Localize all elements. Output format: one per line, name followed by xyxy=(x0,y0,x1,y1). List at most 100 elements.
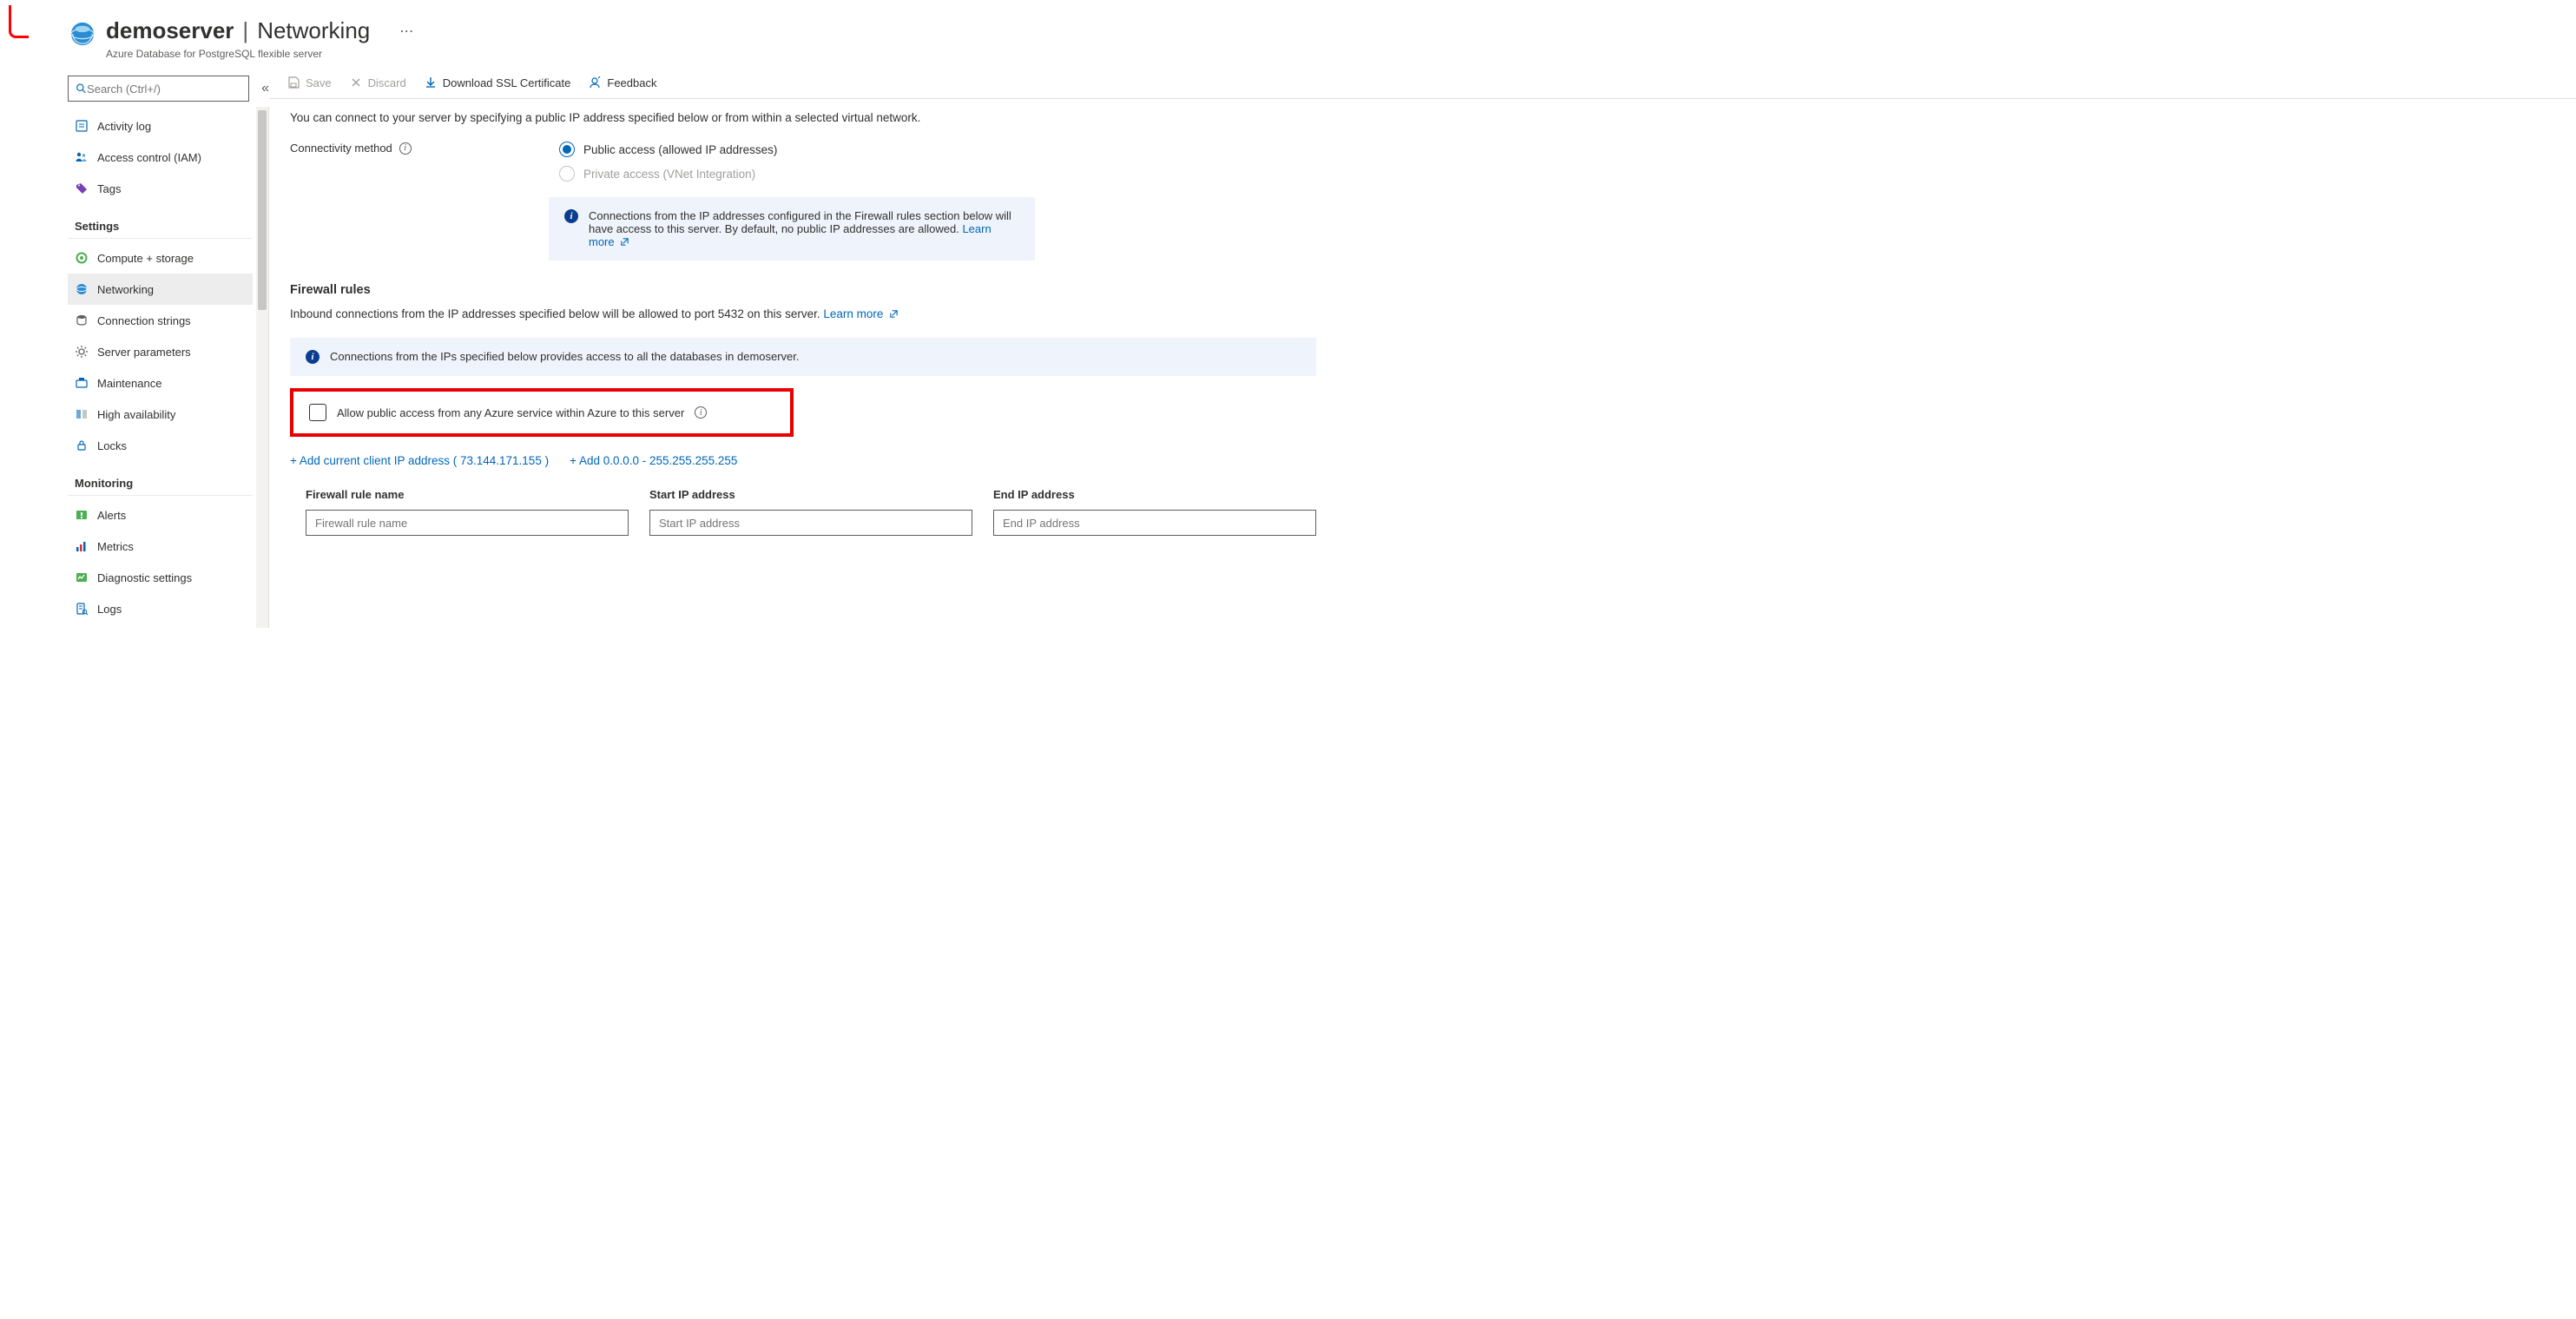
sidebar-item-networking[interactable]: Networking xyxy=(68,274,253,305)
sidebar-heading-monitoring: Monitoring xyxy=(68,465,253,496)
save-button[interactable]: Save xyxy=(287,76,332,89)
connectivity-method-radiogroup: Public access (allowed IP addresses) Pri… xyxy=(559,142,777,181)
info-icon[interactable]: i xyxy=(695,406,707,419)
add-client-ip-link[interactable]: + Add current client IP address ( 73.144… xyxy=(290,454,549,467)
metrics-icon xyxy=(75,539,89,553)
connection-icon xyxy=(75,313,89,327)
sidebar-item-label: Networking xyxy=(97,283,154,296)
save-icon xyxy=(287,76,300,89)
firewall-rules-heading: Firewall rules xyxy=(290,283,1316,297)
diagnostic-icon xyxy=(75,570,89,584)
resource-type-subtitle: Azure Database for PostgreSQL flexible s… xyxy=(106,48,413,60)
discard-button[interactable]: Discard xyxy=(349,76,406,89)
sidebar-item-diagnostic-settings[interactable]: Diagnostic settings xyxy=(68,562,253,593)
download-ssl-label: Download SSL Certificate xyxy=(443,76,571,89)
feedback-label: Feedback xyxy=(607,76,656,89)
learn-more-label: Learn more xyxy=(823,307,883,320)
firewall-table-header: Firewall rule name Start IP address End … xyxy=(290,488,1316,501)
add-full-range-link[interactable]: + Add 0.0.0.0 - 255.255.255.255 xyxy=(570,454,737,467)
allow-azure-checkbox[interactable] xyxy=(309,404,326,421)
sidebar-search[interactable] xyxy=(68,76,249,102)
title-separator: | xyxy=(242,17,248,44)
external-link-icon xyxy=(889,309,899,319)
sidebar-item-label: Access control (IAM) xyxy=(97,151,201,164)
firewall-start-ip-input[interactable] xyxy=(649,510,972,536)
search-icon xyxy=(76,82,87,95)
learn-more-link[interactable]: Learn more xyxy=(823,307,899,320)
sidebar-item-label: High availability xyxy=(97,408,175,421)
sidebar-item-label: Maintenance xyxy=(97,377,161,390)
firewall-end-ip-input[interactable] xyxy=(993,510,1316,536)
page-header: demoserver | Networking ⋯ Azure Database… xyxy=(0,0,2576,70)
radio-public-access[interactable]: Public access (allowed IP addresses) xyxy=(559,142,777,157)
col-rule-name: Firewall rule name xyxy=(306,488,629,501)
sidebar-scrollbar[interactable] xyxy=(256,107,268,628)
sidebar-item-label: Locks xyxy=(97,439,127,452)
sidebar-heading-settings: Settings xyxy=(68,208,253,239)
firewall-rule-name-input[interactable] xyxy=(306,510,629,536)
sidebar-item-compute-storage[interactable]: Compute + storage xyxy=(68,242,253,274)
resource-icon xyxy=(69,21,96,47)
sidebar-item-label: Connection strings xyxy=(97,314,191,327)
networking-icon xyxy=(75,282,89,296)
firewall-rule-row xyxy=(290,510,1316,536)
sidebar-item-activity-log[interactable]: Activity log xyxy=(68,110,253,142)
intro-text: You can connect to your server by specif… xyxy=(290,111,1316,124)
alerts-icon xyxy=(75,508,89,522)
col-end-ip: End IP address xyxy=(993,488,1316,501)
sidebar: « Activity log Access control (IAM) xyxy=(0,70,269,678)
maintenance-icon xyxy=(75,376,89,390)
radio-indicator xyxy=(559,142,575,157)
sidebar-item-maintenance[interactable]: Maintenance xyxy=(68,367,253,399)
sidebar-item-label: Compute + storage xyxy=(97,252,194,265)
more-button[interactable]: ⋯ xyxy=(399,23,413,40)
sidebar-item-logs[interactable]: Logs xyxy=(68,593,253,624)
firewall-scope-banner: i Connections from the IPs specified bel… xyxy=(290,338,1316,376)
allow-azure-label: Allow public access from any Azure servi… xyxy=(337,406,684,419)
download-icon xyxy=(424,76,438,89)
radio-private-access: Private access (VNet Integration) xyxy=(559,166,777,181)
ha-icon xyxy=(75,407,89,421)
toolbar: Save Discard Download SSL Certificate Fe… xyxy=(269,70,2576,99)
highlighted-allow-azure-box: Allow public access from any Azure servi… xyxy=(290,388,794,437)
sidebar-item-label: Server parameters xyxy=(97,346,191,359)
feedback-button[interactable]: Feedback xyxy=(588,76,656,89)
firewall-rules-description: Inbound connections from the IP addresse… xyxy=(290,307,1316,320)
col-start-ip: Start IP address xyxy=(649,488,972,501)
external-link-icon xyxy=(620,237,629,247)
banner-text: Connections from the IPs specified below… xyxy=(330,350,800,364)
activity-log-icon xyxy=(75,119,89,133)
sidebar-search-input[interactable] xyxy=(87,82,241,96)
public-access-info-banner: i Connections from the IP addresses conf… xyxy=(549,197,1035,261)
info-icon[interactable]: i xyxy=(399,142,412,155)
sidebar-item-label: Metrics xyxy=(97,540,134,553)
save-label: Save xyxy=(306,76,332,89)
radio-label: Private access (VNet Integration) xyxy=(583,168,755,181)
sidebar-item-access-control[interactable]: Access control (IAM) xyxy=(68,142,253,173)
info-icon: i xyxy=(564,209,578,223)
tag-icon xyxy=(75,181,89,195)
banner-text: Connections from the IP addresses config… xyxy=(589,209,1011,235)
server-name: demoserver xyxy=(106,17,234,44)
sidebar-item-label: Logs xyxy=(97,603,122,616)
logs-icon xyxy=(75,602,89,616)
sidebar-item-server-parameters[interactable]: Server parameters xyxy=(68,336,253,367)
discard-label: Discard xyxy=(368,76,406,89)
compute-icon xyxy=(75,251,89,265)
collapse-sidebar-button[interactable]: « xyxy=(261,81,269,96)
connectivity-method-label: Connectivity method xyxy=(290,142,392,155)
firewall-desc-text: Inbound connections from the IP addresse… xyxy=(290,307,823,320)
main-pane: Save Discard Download SSL Certificate Fe… xyxy=(269,70,2576,678)
sidebar-item-label: Tags xyxy=(97,182,121,195)
lock-icon xyxy=(75,439,89,452)
sidebar-item-locks[interactable]: Locks xyxy=(68,430,253,461)
info-icon: i xyxy=(306,350,320,364)
discard-icon xyxy=(349,76,363,89)
sidebar-item-tags[interactable]: Tags xyxy=(68,173,253,204)
sidebar-item-connection-strings[interactable]: Connection strings xyxy=(68,305,253,336)
download-ssl-button[interactable]: Download SSL Certificate xyxy=(424,76,571,89)
sidebar-item-metrics[interactable]: Metrics xyxy=(68,531,253,562)
sidebar-item-high-availability[interactable]: High availability xyxy=(68,399,253,430)
sidebar-item-label: Activity log xyxy=(97,120,151,133)
sidebar-item-alerts[interactable]: Alerts xyxy=(68,499,253,531)
